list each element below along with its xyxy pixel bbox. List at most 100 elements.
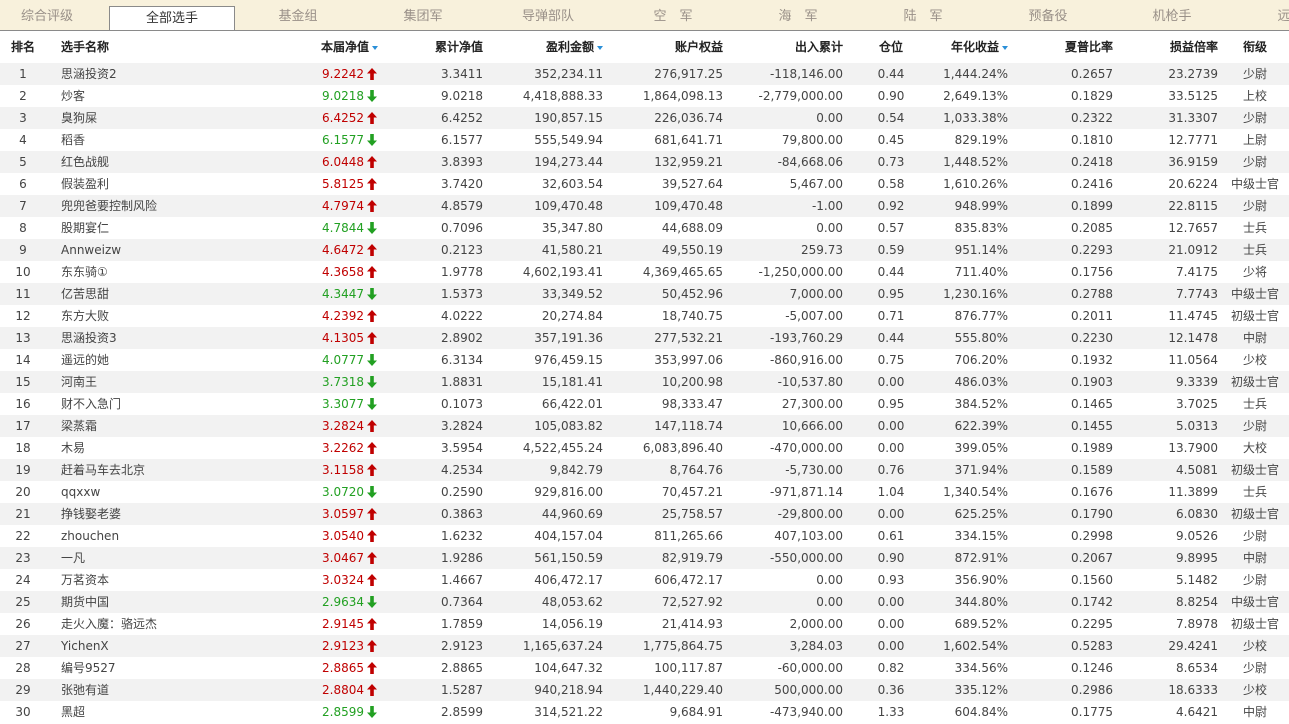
player-name[interactable]: 赶着马车去北京 bbox=[61, 459, 281, 481]
tab-4[interactable]: 导弹部队 bbox=[522, 0, 574, 30]
table-row[interactable]: 7 兜兜爸要控制风险 4.7974 4.8579 109,470.48 109,470.4… bbox=[0, 195, 1289, 217]
profit-amount: 105,083.82 bbox=[534, 419, 603, 433]
table-row[interactable]: 26 走火入魔：骆远杰 2.9145 1.7859 14,056.19 21,414.93… bbox=[0, 613, 1289, 635]
tab-0[interactable]: 综合评级 bbox=[21, 0, 73, 30]
player-name[interactable]: 兜兜爸要控制风险 bbox=[61, 195, 281, 217]
player-name[interactable]: 财不入急门 bbox=[61, 393, 281, 415]
table-row[interactable]: 19 赶着马车去北京 3.1158 4.2534 9,842.79 8,764.76 -5,… bbox=[0, 459, 1289, 481]
cash-flow: 259.73 bbox=[801, 243, 843, 257]
tab-7[interactable]: 陆 军 bbox=[903, 0, 942, 30]
player-name[interactable]: 思涵投资2 bbox=[61, 63, 281, 85]
player-name[interactable]: Annweizw bbox=[61, 239, 281, 261]
player-name[interactable]: qqxxw bbox=[61, 481, 281, 503]
player-name[interactable]: 思涵投资3 bbox=[61, 327, 281, 349]
table-row[interactable]: 10 东东骑① 4.3658 1.9778 4,602,193.41 4,369,465.… bbox=[0, 261, 1289, 283]
player-name[interactable]: 臭狗屎 bbox=[61, 107, 281, 129]
arrow-up-icon bbox=[366, 63, 378, 85]
arrow-down-icon bbox=[366, 591, 378, 613]
table-row[interactable]: 23 一凡 3.0467 1.9286 561,150.59 82,919.79 -550,… bbox=[0, 547, 1289, 569]
table-row[interactable]: 29 张弛有道 2.8804 1.5287 940,218.94 1,440,229.40… bbox=[0, 679, 1289, 701]
player-name[interactable]: 挣钱娶老婆 bbox=[61, 503, 281, 525]
player-name[interactable]: 东方大败 bbox=[61, 305, 281, 327]
player-name[interactable]: 编号9527 bbox=[61, 657, 281, 679]
header-name[interactable]: 选手名称 bbox=[61, 32, 281, 62]
tab-6[interactable]: 海 军 bbox=[778, 0, 817, 30]
player-name[interactable]: 木易 bbox=[61, 437, 281, 459]
header-equity[interactable]: 账户权益 bbox=[675, 32, 723, 62]
table-row[interactable]: 25 期货中国 2.9634 0.7364 48,053.62 72,527.92 0.00… bbox=[0, 591, 1289, 613]
tab-10[interactable]: 远 bbox=[1277, 0, 1289, 30]
player-name[interactable]: 万茗资本 bbox=[61, 569, 281, 591]
tab-5[interactable]: 空 军 bbox=[653, 0, 692, 30]
player-name[interactable]: 稻香 bbox=[61, 129, 281, 151]
rank-cell: 1 bbox=[19, 67, 27, 81]
table-row[interactable]: 9 Annweizw 4.6472 0.2123 41,580.21 49,550.19 2… bbox=[0, 239, 1289, 261]
position-ratio: 0.00 bbox=[877, 375, 905, 389]
table-row[interactable]: 11 亿苦思甜 4.3447 1.5373 33,349.52 50,452.96 7,00… bbox=[0, 283, 1289, 305]
table-row[interactable]: 16 财不入急门 3.3077 0.1073 66,422.01 98,333.47 27,… bbox=[0, 393, 1289, 415]
profit-amount: 35,347.80 bbox=[541, 221, 603, 235]
table-row[interactable]: 1 思涵投资2 9.2242 3.3411 352,234.11 276,917.25 -1… bbox=[0, 63, 1289, 85]
sharpe-ratio: 0.2998 bbox=[1071, 529, 1113, 543]
header-rank[interactable]: 排名 bbox=[0, 32, 46, 62]
tab-8[interactable]: 预备役 bbox=[1028, 0, 1067, 30]
player-name[interactable]: 红色战舰 bbox=[61, 151, 281, 173]
table-row[interactable]: 14 遥远的她 4.0777 6.3134 976,459.15 353,997.06 -8… bbox=[0, 349, 1289, 371]
current-nav: 3.0720 bbox=[322, 485, 364, 499]
player-name[interactable]: YichenX bbox=[61, 635, 281, 657]
profit-amount: 15,181.41 bbox=[541, 375, 603, 389]
player-name[interactable]: 亿苦思甜 bbox=[61, 283, 281, 305]
header-current-nav[interactable]: 本届净值 bbox=[321, 32, 378, 62]
header-flow[interactable]: 出入累计 bbox=[795, 32, 843, 62]
player-name[interactable]: 黑超 bbox=[61, 701, 281, 723]
tab-1[interactable]: 全部选手 bbox=[109, 6, 235, 30]
header-pl-ratio[interactable]: 损益倍率 bbox=[1170, 32, 1218, 62]
table-row[interactable]: 8 股期宴仁 4.7844 0.7096 35,347.80 44,688.09 0.00 0… bbox=[0, 217, 1289, 239]
table-row[interactable]: 22 zhouchen 3.0540 1.6232 404,157.04 811,265.… bbox=[0, 525, 1289, 547]
table-row[interactable]: 6 假装盈利 5.8125 3.7420 32,603.54 39,527.64 5,467… bbox=[0, 173, 1289, 195]
table-row[interactable]: 28 编号9527 2.8865 2.8865 104,647.32 100,117.87… bbox=[0, 657, 1289, 679]
pl-ratio: 29.4241 bbox=[1168, 639, 1218, 653]
military-rank: 士兵 bbox=[1242, 243, 1267, 257]
table-row[interactable]: 27 YichenX 2.9123 2.9123 1,165,637.24 1,775,8… bbox=[0, 635, 1289, 657]
military-rank: 士兵 bbox=[1242, 485, 1267, 499]
tab-2[interactable]: 基金组 bbox=[278, 0, 317, 30]
table-row[interactable]: 13 思涵投资3 4.1305 2.8902 357,191.36 277,532.21 -… bbox=[0, 327, 1289, 349]
table-row[interactable]: 4 稻香 6.1577 6.1577 555,549.94 681,641.71 79,80… bbox=[0, 129, 1289, 151]
player-name[interactable]: 期货中国 bbox=[61, 591, 281, 613]
table-row[interactable]: 5 红色战舰 6.0448 3.8393 194,273.44 132,959.21 -84… bbox=[0, 151, 1289, 173]
tab-9[interactable]: 机枪手 bbox=[1152, 0, 1191, 30]
pl-ratio: 21.0912 bbox=[1168, 243, 1218, 257]
table-row[interactable]: 20 qqxxw 3.0720 0.2590 929,816.00 70,457.21 -9… bbox=[0, 481, 1289, 503]
player-name[interactable]: 河南王 bbox=[61, 371, 281, 393]
table-row[interactable]: 17 梁蒸霜 3.2824 3.2824 105,083.82 147,118.74 10,… bbox=[0, 415, 1289, 437]
table-row[interactable]: 21 挣钱娶老婆 3.0597 0.3863 44,960.69 25,758.57 -29… bbox=[0, 503, 1289, 525]
arrow-up-icon bbox=[366, 261, 378, 283]
player-name[interactable]: 东东骑① bbox=[61, 261, 281, 283]
header-military-rank[interactable]: 衔级 bbox=[1226, 32, 1284, 62]
table-row[interactable]: 3 臭狗屎 6.4252 6.4252 190,857.15 226,036.74 0.00… bbox=[0, 107, 1289, 129]
player-name[interactable]: zhouchen bbox=[61, 525, 281, 547]
table-row[interactable]: 12 东方大败 4.2392 4.0222 20,274.84 18,740.75 -5,0… bbox=[0, 305, 1289, 327]
header-sharpe[interactable]: 夏普比率 bbox=[1065, 32, 1113, 62]
player-name[interactable]: 张弛有道 bbox=[61, 679, 281, 701]
header-annual[interactable]: 年化收益 bbox=[951, 32, 1008, 62]
player-name[interactable]: 梁蒸霜 bbox=[61, 415, 281, 437]
player-name[interactable]: 股期宴仁 bbox=[61, 217, 281, 239]
table-row[interactable]: 15 河南王 3.7318 1.8831 15,181.41 10,200.98 -10,5… bbox=[0, 371, 1289, 393]
header-cum-nav[interactable]: 累计净值 bbox=[435, 32, 483, 62]
player-name[interactable]: 遥远的她 bbox=[61, 349, 281, 371]
header-profit[interactable]: 盈利金额 bbox=[546, 32, 603, 62]
header-position[interactable]: 仓位 bbox=[874, 32, 908, 62]
table-row[interactable]: 2 炒客 9.0218 9.0218 4,418,888.33 1,864,098.13 -… bbox=[0, 85, 1289, 107]
tab-3[interactable]: 集团军 bbox=[403, 0, 442, 30]
table-row[interactable]: 30 黑超 2.8599 2.8599 314,521.22 9,684.91 -473,9… bbox=[0, 701, 1289, 723]
player-name[interactable]: 假装盈利 bbox=[61, 173, 281, 195]
player-name[interactable]: 走火入魔：骆远杰 bbox=[61, 613, 281, 635]
cum-nav: 1.4667 bbox=[441, 573, 483, 587]
player-name[interactable]: 炒客 bbox=[61, 85, 281, 107]
table-row[interactable]: 24 万茗资本 3.0324 1.4667 406,472.17 606,472.17 0.… bbox=[0, 569, 1289, 591]
sharpe-ratio: 0.2293 bbox=[1071, 243, 1113, 257]
player-name[interactable]: 一凡 bbox=[61, 547, 281, 569]
table-row[interactable]: 18 木易 3.2262 3.5954 4,522,455.24 6,083,896.40… bbox=[0, 437, 1289, 459]
